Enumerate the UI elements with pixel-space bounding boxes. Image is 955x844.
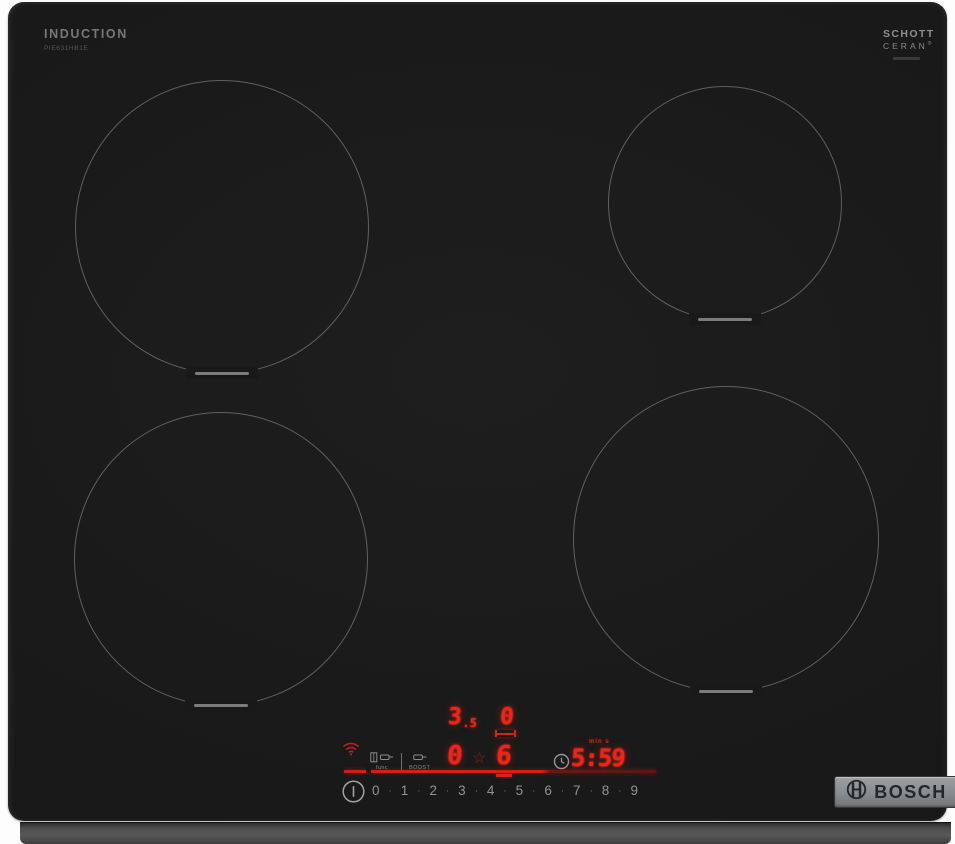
- branding-top-left: INDUCTION PIE631HB1E: [44, 27, 128, 52]
- ceran-wordmark: CERAN®: [883, 41, 935, 51]
- power-button[interactable]: [341, 779, 366, 809]
- model-number: PIE631HB1E: [44, 45, 128, 52]
- induction-label: INDUCTION: [44, 27, 128, 41]
- separator-dot: ·: [388, 785, 392, 797]
- power-key-5[interactable]: 5: [516, 783, 524, 798]
- zone-marker-gap: [186, 367, 258, 379]
- zone-marker-dash: [194, 704, 248, 707]
- power-key-9[interactable]: 9: [630, 783, 638, 798]
- power-key-1[interactable]: 1: [401, 783, 409, 798]
- zone-marker-gap: [690, 685, 762, 697]
- display-rear-right-level: 0: [499, 706, 514, 729]
- cooking-zone-front-left: [74, 412, 368, 706]
- bosch-wordmark: BOSCH: [874, 782, 947, 803]
- separator-dot: ·: [532, 785, 536, 797]
- separator-dot: ·: [503, 785, 507, 797]
- branding-top-right: SCHOTT CERAN®: [883, 28, 935, 60]
- schott-fine-print: [893, 57, 920, 60]
- power-key-2[interactable]: 2: [429, 783, 437, 798]
- key-divider: [401, 753, 402, 770]
- bosch-armature-icon: [846, 779, 867, 805]
- registered-mark: ®: [928, 41, 935, 47]
- separator-dot: ·: [589, 785, 593, 797]
- function-key-cluster: func BOOST: [370, 752, 430, 771]
- separator-dot: ·: [417, 785, 421, 797]
- boost-key[interactable]: BOOST: [409, 752, 430, 771]
- power-key-6[interactable]: 6: [544, 783, 552, 798]
- red-indicator-segment: [344, 770, 366, 773]
- display-front-left-level: 0: [446, 743, 463, 769]
- power-level-slider[interactable]: 0 · 1 · 2 · 3 · 4 · 5 · 6 · 7 · 8 · 9: [372, 783, 638, 798]
- zone-extend-indicator-icon: [495, 730, 516, 737]
- induction-hob-glass: INDUCTION PIE631HB1E SCHOTT CERAN®: [8, 2, 947, 821]
- power-key-4[interactable]: 4: [487, 783, 495, 798]
- power-key-3[interactable]: 3: [458, 783, 466, 798]
- wifi-icon[interactable]: [342, 741, 360, 761]
- power-key-0[interactable]: 0: [372, 783, 380, 798]
- schott-wordmark: SCHOTT: [883, 28, 935, 40]
- zone-marker-dash: [699, 690, 753, 693]
- separator-dot: ·: [474, 785, 478, 797]
- power-key-8[interactable]: 8: [602, 783, 610, 798]
- cooking-zone-rear-left: [75, 80, 369, 374]
- cooking-zone-rear-right: [608, 86, 842, 320]
- display-timer: 5:59: [570, 746, 625, 770]
- selected-zone-underline: [496, 774, 512, 777]
- zone-marker-gap: [689, 313, 761, 325]
- pan-func-key[interactable]: func: [370, 752, 394, 771]
- zone-marker-dash: [195, 372, 249, 375]
- display-rear-left-level: 3.5: [447, 706, 478, 729]
- favorite-star-icon[interactable]: ☆: [472, 751, 486, 767]
- display-front-right-level: 6: [495, 743, 512, 769]
- front-trim-strip: [20, 822, 951, 844]
- red-slider-line: [371, 770, 656, 773]
- separator-dot: ·: [561, 785, 565, 797]
- separator-dot: ·: [618, 785, 622, 797]
- zone-marker-dash: [698, 318, 752, 321]
- cooking-zone-front-right: [573, 386, 879, 692]
- product-photo: INDUCTION PIE631HB1E SCHOTT CERAN®: [0, 0, 955, 844]
- separator-dot: ·: [446, 785, 450, 797]
- bosch-logo-badge: BOSCH: [834, 776, 955, 808]
- power-key-7[interactable]: 7: [573, 783, 581, 798]
- zone-marker-gap: [185, 699, 257, 711]
